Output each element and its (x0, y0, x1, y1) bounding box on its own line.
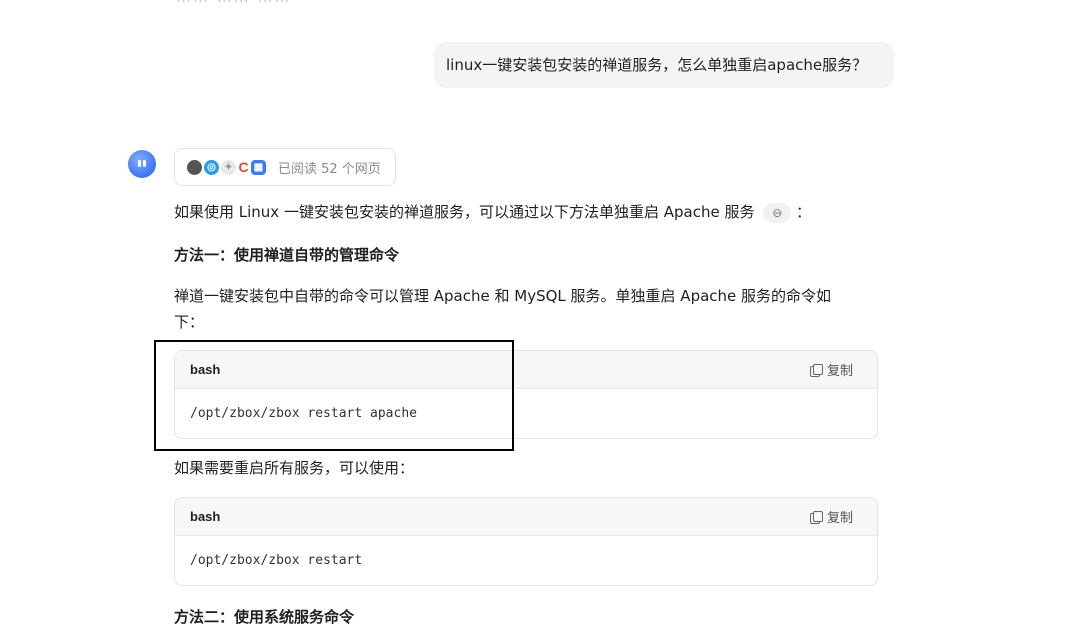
copy-label: 复制 (826, 364, 853, 379)
response-intro-suffix: ： (796, 203, 812, 221)
copy-icon (809, 510, 823, 524)
code-language-label: bash (190, 509, 221, 524)
code-header: bash 复制 (175, 498, 877, 536)
code-block-restart-all: bash 复制 /opt/zbox/zbox restart (174, 497, 878, 586)
avatar-source-icon (187, 159, 202, 175)
method2-heading: 方法二：使用系统服务命令 (174, 608, 355, 626)
assistant-avatar (128, 150, 156, 178)
user-message-text: linux一键安装包安装的禅道服务，怎么单独重启apache服务？ (446, 56, 868, 74)
copy-button[interactable]: 复制 (809, 507, 853, 526)
method1-heading: 方法一：使用禅道自带的管理命令 (174, 246, 400, 264)
c-source-icon: C (238, 159, 249, 175)
method1-desc-line1: 禅道一键安装包中自带的命令可以管理 Apache 和 MySQL 服务。单独重启… (174, 287, 832, 305)
avatar-eye-left (138, 160, 141, 167)
copy-icon (809, 363, 823, 377)
previous-content-partial: …… …… …… (176, 0, 292, 6)
code-content: /opt/zbox/zbox restart (190, 553, 363, 568)
user-message-bubble: linux一键安装包安装的禅道服务，怎么单独重启apache服务？ (434, 42, 894, 88)
annotation-highlight-box (154, 340, 514, 451)
blank-source-icon: ✦ (221, 159, 236, 175)
restart-all-text: 如果需要重启所有服务，可以使用： (174, 459, 415, 477)
weibo-icon: ◎ (204, 159, 219, 175)
link-icon[interactable]: ⊖ (763, 202, 792, 223)
copy-label: 复制 (826, 511, 853, 526)
sources-label: 已阅读 52 个网页 (278, 161, 381, 177)
method1-desc-line2: 下： (174, 313, 205, 331)
grid-source-icon: ▦ (251, 159, 266, 175)
copy-button[interactable]: 复制 (809, 360, 853, 379)
sources-button[interactable]: ◎ ✦ C ▦ 已阅读 52 个网页 (174, 148, 396, 186)
response-intro-text: 如果使用 Linux 一键安装包安装的禅道服务，可以通过以下方法单独重启 Apa… (174, 203, 755, 221)
avatar-eye-right (143, 160, 146, 167)
response-intro: 如果使用 Linux 一键安装包安装的禅道服务，可以通过以下方法单独重启 Apa… (174, 199, 811, 225)
